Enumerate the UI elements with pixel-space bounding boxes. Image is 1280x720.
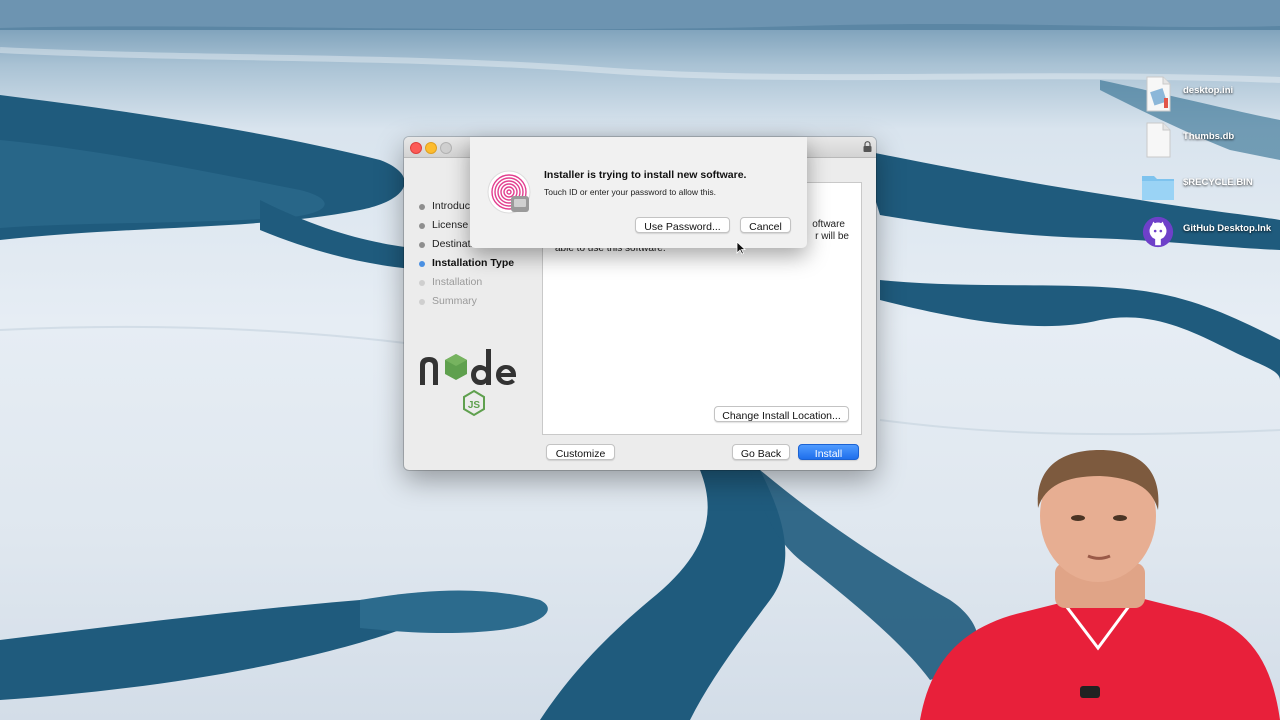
go-back-button[interactable]: Go Back	[732, 444, 790, 460]
step-label: Installation	[432, 276, 483, 288]
step-installation-type: Installation Type	[418, 256, 543, 275]
step-dot	[419, 280, 425, 286]
desktop-icon-label: $RECYCLE.BIN	[1183, 177, 1253, 188]
change-install-location-button[interactable]: Change Install Location...	[714, 406, 849, 422]
step-label: Summary	[432, 295, 477, 307]
step-installation: Installation	[418, 275, 543, 294]
desktop-icon-thumbs-db[interactable]: Thumbs.db	[1140, 120, 1280, 160]
folder-icon	[1142, 176, 1174, 200]
cancel-button[interactable]: Cancel	[740, 217, 791, 233]
authentication-dialog: Installer is trying to install new softw…	[470, 137, 807, 248]
desktop-icon-recycle-bin[interactable]: $RECYCLE.BIN	[1140, 166, 1280, 206]
step-label: License	[432, 219, 469, 231]
minimize-button[interactable]	[425, 142, 437, 154]
webcam-presenter	[920, 450, 1280, 720]
svg-text:JS: JS	[468, 400, 481, 411]
lock-icon	[863, 141, 872, 152]
touch-id-icon	[487, 170, 531, 214]
step-label: Installation Type	[432, 257, 515, 269]
mouse-cursor-icon	[736, 241, 746, 255]
step-dot	[419, 261, 425, 267]
pane-text-line: oftware	[812, 219, 845, 230]
dialog-title: Installer is trying to install new softw…	[544, 169, 747, 181]
step-dot	[419, 299, 425, 305]
nodejs-logo: JS	[420, 349, 516, 417]
step-dot	[419, 204, 425, 210]
document-icon	[1146, 76, 1171, 112]
desktop-icon-github-desktop[interactable]: GitHub Desktop.lnk	[1140, 212, 1280, 252]
customize-button[interactable]: Customize	[546, 444, 615, 460]
step-dot	[419, 242, 425, 248]
desktop-icon-desktop-ini[interactable]: desktop.ini	[1140, 74, 1280, 114]
close-button[interactable]	[410, 142, 422, 154]
document-icon	[1146, 122, 1171, 158]
zoom-button[interactable]	[440, 142, 452, 154]
step-summary: Summary	[418, 294, 543, 313]
desktop-icon-label: Thumbs.db	[1183, 131, 1235, 142]
desktop-icon-label: GitHub Desktop.lnk	[1183, 223, 1272, 234]
desktop-icon-label: desktop.ini	[1183, 85, 1234, 96]
step-dot	[419, 223, 425, 229]
dialog-message: Touch ID or enter your password to allow…	[544, 187, 716, 197]
github-icon	[1142, 216, 1174, 248]
install-button[interactable]: Install	[798, 444, 859, 460]
pane-text-line: r will be	[815, 231, 849, 242]
use-password-button[interactable]: Use Password...	[635, 217, 730, 233]
